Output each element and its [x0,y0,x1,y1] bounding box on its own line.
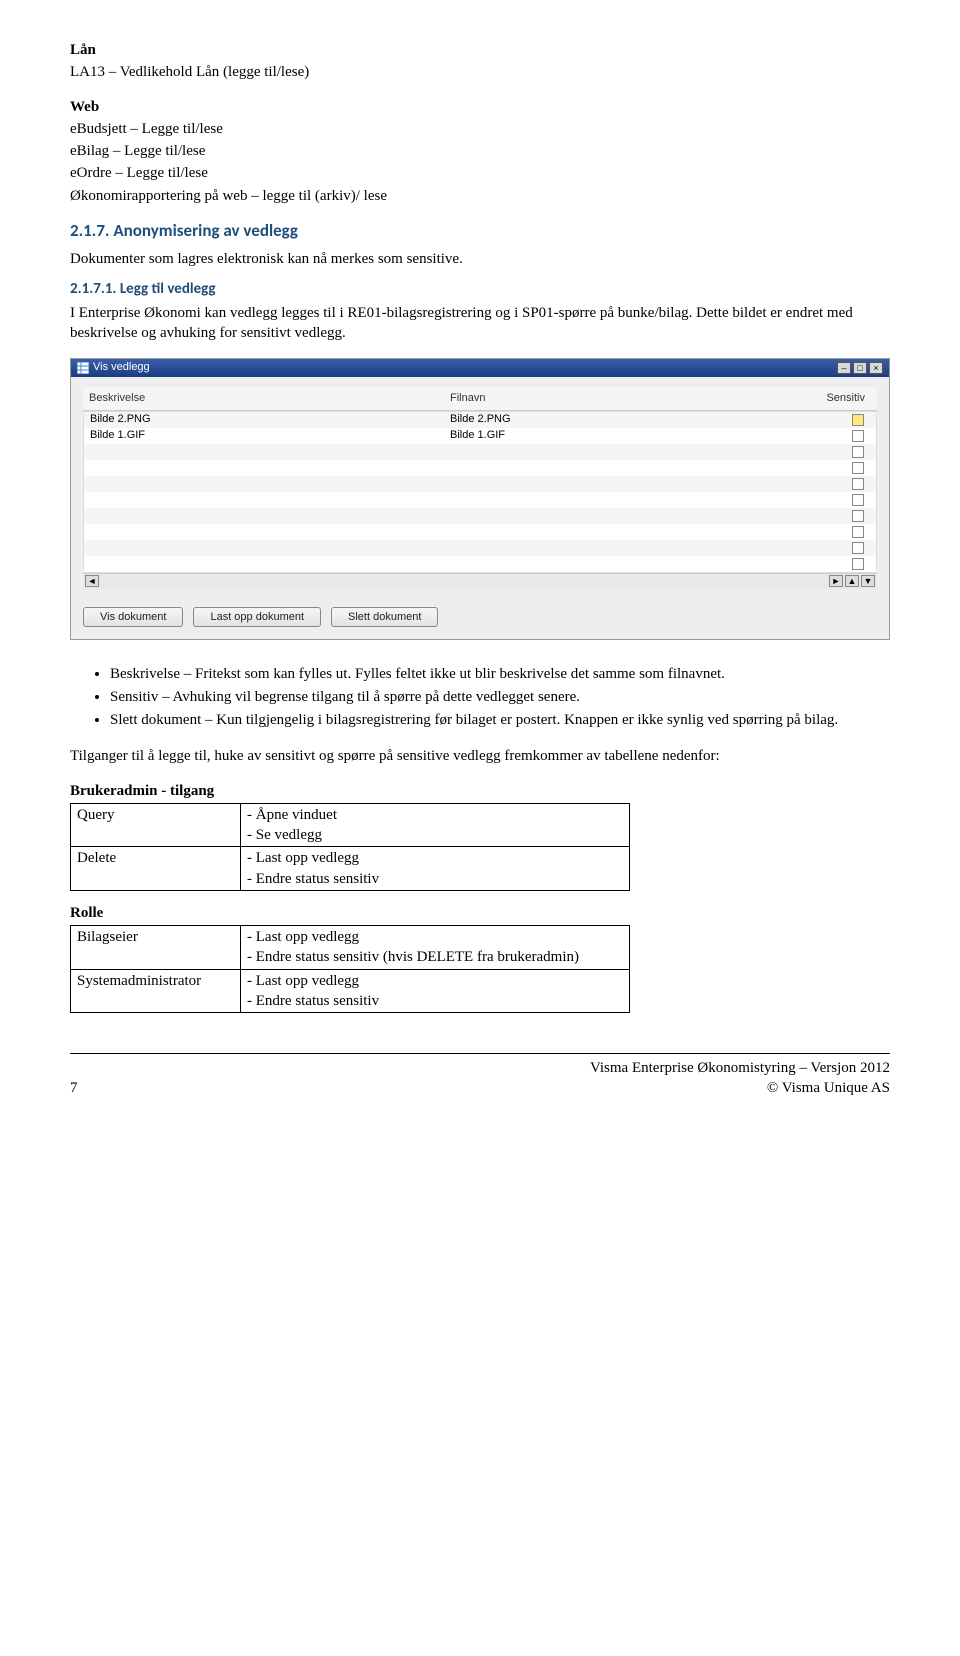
table-row: DeleteLast opp vedleggEndre status sensi… [71,847,630,891]
list-item: Slett dokument – Kun tilgjengelig i bila… [110,710,890,730]
table-row [84,508,876,524]
access-items: Last opp vedleggEndre status sensitiv [241,969,630,1013]
window-controls: – □ × [837,362,883,374]
bullet-list: Beskrivelse – Fritekst som kan fylles ut… [110,664,890,731]
window-titlebar: Vis vedlegg – □ × [71,359,889,377]
cell-filnavn: Bilde 1.GIF [450,428,810,443]
web-lines: eBudsjett – Legge til/leseeBilag – Legge… [70,119,890,206]
col-sensitiv: Sensitiv [811,391,871,406]
sub-body: I Enterprise Økonomi kan vedlegg legges … [70,303,890,344]
access-item: Åpne vinduet [247,805,623,825]
col-beskrivelse: Beskrivelse [89,391,450,406]
access-key: Query [71,803,241,847]
grid-header: Beskrivelse Filnavn Sensitiv [83,387,877,411]
section-lan: Lån [70,40,890,60]
vis-vedlegg-window: Vis vedlegg – □ × Beskrivelse Filnavn Se… [70,358,890,640]
table-row [84,444,876,460]
sort-asc-icon[interactable]: ▲ [845,575,859,587]
brukeradmin-heading: Brukeradmin - tilgang [70,781,890,801]
access-items: Åpne vinduetSe vedlegg [241,803,630,847]
sec-title: Anonymisering av vedlegg [113,220,298,241]
scroll-left-icon[interactable]: ◄ [85,575,99,587]
tilgang-intro: Tilganger til å legge til, huke av sensi… [70,746,890,766]
sort-desc-icon[interactable]: ▼ [861,575,875,587]
access-item: Last opp vedlegg [247,971,623,991]
access-key: Bilagseier [71,926,241,970]
access-item: Endre status sensitiv [247,869,623,889]
window-title: Vis vedlegg [93,360,150,375]
grid-body: Bilde 2.PNGBilde 2.PNGBilde 1.GIFBilde 1… [83,411,877,573]
cell-sensitiv [810,430,870,442]
brukeradmin-table: QueryÅpne vinduetSe vedleggDeleteLast op… [70,803,630,891]
web-line: Økonomirapportering på web – legge til (… [70,186,890,206]
sensitiv-checkbox[interactable] [852,446,864,458]
web-line: eOrdre – Legge til/lese [70,163,890,183]
sensitiv-checkbox[interactable] [852,510,864,522]
last-opp-dokument-button[interactable]: Last opp dokument [193,607,321,627]
sensitiv-checkbox[interactable] [852,462,864,474]
table-row: QueryÅpne vinduetSe vedlegg [71,803,630,847]
worksheet-icon [77,362,89,374]
access-key: Systemadministrator [71,969,241,1013]
maximize-button[interactable]: □ [853,362,867,374]
button-row: Vis dokument Last opp dokument Slett dok… [71,599,889,639]
heading-anonymisering: 2.1.7. Anonymisering av vedlegg [70,220,890,243]
slett-dokument-button[interactable]: Slett dokument [331,607,438,627]
sensitiv-checkbox[interactable] [852,526,864,538]
list-item: Sensitiv – Avhuking vil begrense tilgang… [110,687,890,707]
access-item: Endre status sensitiv [247,991,623,1011]
sensitiv-checkbox[interactable] [852,494,864,506]
table-row[interactable]: Bilde 2.PNGBilde 2.PNG [84,412,876,428]
footer-line2: © Visma Unique AS [767,1080,890,1096]
rolle-heading: Rolle [70,903,890,923]
table-row [84,524,876,540]
access-item: Endre status sensitiv (hvis DELETE fra b… [247,947,623,967]
sensitiv-checkbox[interactable] [852,542,864,554]
col-filnavn: Filnavn [450,391,811,406]
minimize-button[interactable]: – [837,362,851,374]
scroll-right-icon[interactable]: ► [829,575,843,587]
close-button[interactable]: × [869,362,883,374]
sensitiv-checkbox[interactable] [852,414,864,426]
table-row: BilagseierLast opp vedleggEndre status s… [71,926,630,970]
access-items: Last opp vedleggEndre status sensitiv (h… [241,926,630,970]
subheading-legg-til: 2.1.7.1. Legg til vedlegg [70,279,890,299]
table-row: SystemadministratorLast opp vedleggEndre… [71,969,630,1013]
access-item: Se vedlegg [247,825,623,845]
access-item: Last opp vedlegg [247,927,623,947]
table-row [84,556,876,572]
access-key: Delete [71,847,241,891]
section-web: Web [70,97,890,117]
sub-title: Legg til vedlegg [120,280,216,298]
cell-filnavn: Bilde 2.PNG [450,412,810,427]
page-footer: 7 Visma Enterprise Økonomistyring – Vers… [70,1053,890,1099]
scroll-footer: ◄ ► ▲ ▼ [83,573,877,589]
sensitiv-checkbox[interactable] [852,430,864,442]
sensitiv-checkbox[interactable] [852,478,864,490]
rolle-table: BilagseierLast opp vedleggEndre status s… [70,925,630,1013]
sec-num: 2.1.7. [70,220,109,241]
la13-line: LA13 – Vedlikehold Lån (legge til/lese) [70,62,890,82]
access-item: Last opp vedlegg [247,848,623,868]
cell-beskrivelse: Bilde 2.PNG [90,412,450,427]
web-line: eBudsjett – Legge til/lese [70,119,890,139]
access-items: Last opp vedleggEndre status sensitiv [241,847,630,891]
table-row [84,492,876,508]
table-row [84,460,876,476]
page-number: 7 [70,1078,78,1098]
grid-wrapper: Beskrivelse Filnavn Sensitiv Bilde 2.PNG… [71,377,889,599]
table-row [84,476,876,492]
footer-line1: Visma Enterprise Økonomistyring – Versjo… [590,1060,890,1076]
cell-beskrivelse: Bilde 1.GIF [90,428,450,443]
sub-num: 2.1.7.1. [70,280,116,298]
web-line: eBilag – Legge til/lese [70,141,890,161]
list-item: Beskrivelse – Fritekst som kan fylles ut… [110,664,890,684]
sensitiv-checkbox[interactable] [852,558,864,570]
table-row [84,540,876,556]
sec-intro: Dokumenter som lagres elektronisk kan nå… [70,249,890,269]
vis-dokument-button[interactable]: Vis dokument [83,607,183,627]
table-row[interactable]: Bilde 1.GIFBilde 1.GIF [84,428,876,444]
cell-sensitiv [810,414,870,426]
